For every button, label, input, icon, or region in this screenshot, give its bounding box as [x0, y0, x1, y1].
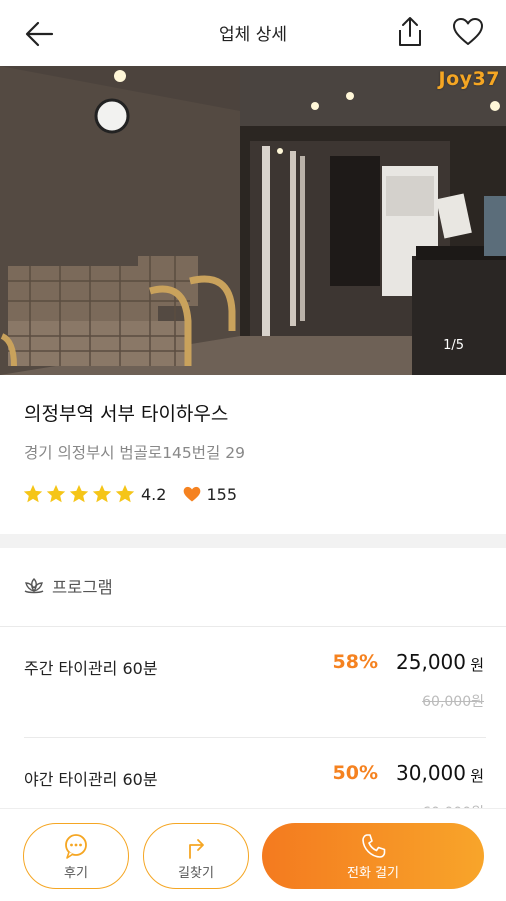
lotus-icon	[24, 578, 44, 594]
star-icon	[115, 484, 135, 503]
app-header: 업체 상세	[0, 0, 506, 66]
watermark-logo: Joy37	[438, 68, 500, 90]
shop-name: 의정부역 서부 타이하우스	[24, 403, 229, 425]
review-button[interactable]: 후기	[23, 823, 129, 889]
directions-label: 길찾기	[178, 865, 214, 881]
divider	[24, 737, 486, 738]
section-gap	[0, 534, 506, 548]
chat-bubble-icon	[65, 833, 87, 859]
share-icon[interactable]	[392, 14, 428, 50]
heart-filled-icon	[184, 486, 201, 502]
star-icon	[69, 484, 89, 503]
shop-info: 의정부역 서부 타이하우스 경기 의정부시 범골로145번길 29 4.2 15…	[0, 375, 506, 535]
program-currency: 원	[470, 656, 484, 674]
likes-count: 155	[182, 484, 237, 504]
call-label: 전화 걸기	[347, 865, 399, 881]
star-icon	[92, 484, 112, 503]
program-currency: 원	[470, 767, 484, 785]
directions-button[interactable]: 길찾기	[143, 823, 249, 889]
directions-arrow-icon	[189, 838, 204, 859]
photo-pager: 1/5	[443, 338, 464, 353]
shop-address: 경기 의정부시 범골로145번길 29	[24, 444, 245, 462]
star-icon	[23, 484, 43, 503]
page-title: 업체 상세	[219, 25, 287, 45]
program-section-header: 프로그램	[22, 574, 113, 598]
program-price: 30,000	[396, 761, 466, 785]
rating-row: 4.2 155	[22, 483, 237, 505]
lobby-photo-illustration	[0, 66, 506, 375]
program-original-price: 60,000원	[422, 694, 484, 710]
rating-value: 4.2	[141, 484, 167, 504]
review-label: 후기	[64, 865, 88, 881]
program-discount: 50%	[332, 762, 378, 784]
program-discount: 58%	[332, 651, 378, 673]
phone-icon	[362, 833, 386, 858]
bottom-action-bar: 후기 길찾기 전화 걸기	[0, 808, 506, 901]
heart-outline-icon[interactable]	[450, 14, 486, 50]
call-button[interactable]: 전화 걸기	[262, 823, 484, 889]
program-price: 25,000	[396, 650, 466, 674]
divider	[0, 626, 506, 627]
section-title: 프로그램	[52, 578, 113, 597]
program-name: 주간 타이관리 60분	[24, 659, 158, 678]
likes-value: 155	[206, 484, 237, 504]
program-name: 야간 타이관리 60분	[24, 770, 158, 789]
star-icon	[46, 484, 66, 503]
shop-photo[interactable]: Joy37 1/5	[0, 66, 506, 375]
